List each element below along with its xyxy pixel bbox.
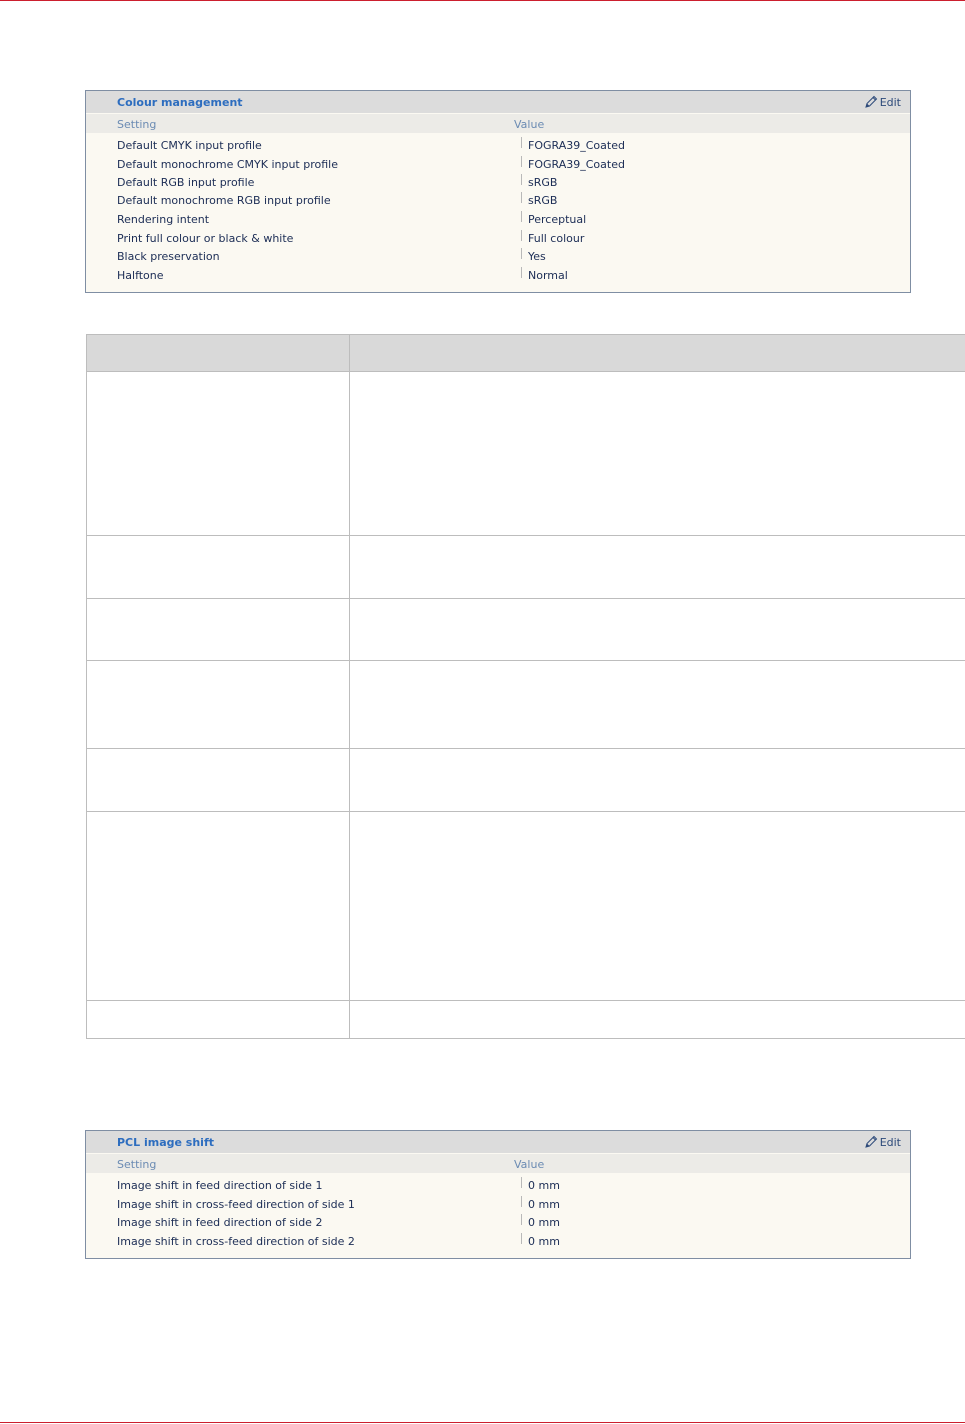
table-row: Image shift in feed direction of side 2 … (86, 1214, 910, 1232)
value-marker (521, 174, 522, 185)
table-cell (86, 598, 350, 661)
setting-name: Print full colour or black & white (117, 232, 294, 245)
value-marker (521, 1233, 522, 1244)
table-row (86, 371, 965, 536)
table-row: Rendering intent Perceptual (86, 211, 910, 229)
table-row: Image shift in feed direction of side 1 … (86, 1177, 910, 1195)
setting-name: Default monochrome RGB input profile (117, 194, 331, 207)
table-cell (349, 1000, 965, 1039)
setting-name: Default monochrome CMYK input profile (117, 158, 338, 171)
value-marker (521, 211, 522, 222)
table-cell (349, 748, 965, 812)
edit-label: Edit (879, 1135, 901, 1149)
table-row: Halftone Normal (86, 267, 910, 285)
description-table (86, 334, 965, 1039)
panel-title: PCL image shift (117, 1136, 214, 1149)
setting-value: sRGB (528, 176, 558, 189)
table-row (86, 598, 965, 661)
table-row: Image shift in cross-feed direction of s… (86, 1233, 910, 1251)
header-cell (349, 334, 965, 372)
table-cell (349, 535, 965, 599)
panel-header: PCL image shift Edit (86, 1131, 910, 1153)
value-marker (521, 267, 522, 278)
value-marker (521, 230, 522, 241)
column-setting: Setting (117, 1158, 157, 1171)
pcl-image-shift-panel: PCL image shift Edit Setting Value Image… (85, 1130, 911, 1259)
edit-button[interactable]: Edit (864, 1135, 901, 1149)
table-cell (349, 660, 965, 749)
table-row: Default RGB input profile sRGB (86, 174, 910, 192)
column-value: Value (514, 118, 545, 131)
setting-value: 0 mm (528, 1179, 560, 1192)
value-marker (521, 248, 522, 259)
edit-button[interactable]: Edit (864, 95, 901, 109)
value-marker (521, 1177, 522, 1188)
table-row: Black preservation Yes (86, 248, 910, 266)
table-row: Default monochrome CMYK input profile FO… (86, 156, 910, 174)
table-row (86, 748, 965, 812)
bottom-accent-rule (0, 1422, 965, 1423)
setting-name: Halftone (117, 269, 164, 282)
pencil-icon (864, 1135, 877, 1148)
table-cell (349, 598, 965, 661)
header-cell (86, 334, 350, 372)
column-value: Value (514, 1158, 545, 1171)
table-cell (86, 811, 350, 1001)
value-marker (521, 137, 522, 148)
column-setting: Setting (117, 118, 157, 131)
setting-name: Black preservation (117, 250, 220, 263)
setting-name: Image shift in cross-feed direction of s… (117, 1235, 355, 1248)
setting-name: Image shift in cross-feed direction of s… (117, 1198, 355, 1211)
colour-management-panel: Colour management Edit Setting Value Def… (85, 90, 911, 293)
table-cell (86, 748, 350, 812)
setting-name: Default RGB input profile (117, 176, 255, 189)
setting-value: Normal (528, 269, 568, 282)
setting-value: 0 mm (528, 1198, 560, 1211)
setting-name: Image shift in feed direction of side 2 (117, 1216, 323, 1229)
table-row: Image shift in cross-feed direction of s… (86, 1196, 910, 1214)
column-header: Setting Value (86, 1154, 910, 1173)
table-row (86, 1000, 965, 1039)
value-marker (521, 192, 522, 203)
table-cell (86, 371, 350, 536)
value-marker (521, 156, 522, 167)
value-marker (521, 1214, 522, 1225)
pencil-icon (864, 95, 877, 108)
panel-title: Colour management (117, 96, 243, 109)
table-row: Default CMYK input profile FOGRA39_Coate… (86, 137, 910, 155)
table-row: Print full colour or black & white Full … (86, 230, 910, 248)
panel-header: Colour management Edit (86, 91, 910, 113)
setting-name: Image shift in feed direction of side 1 (117, 1179, 323, 1192)
setting-value: Yes (528, 250, 546, 263)
setting-value: sRGB (528, 194, 558, 207)
table-cell (86, 535, 350, 599)
value-marker (521, 1196, 522, 1207)
table-row (86, 811, 965, 1001)
setting-name: Default CMYK input profile (117, 139, 262, 152)
setting-value: Perceptual (528, 213, 587, 226)
table-row (86, 660, 965, 749)
setting-value: Full colour (528, 232, 585, 245)
setting-value: 0 mm (528, 1235, 560, 1248)
edit-label: Edit (879, 95, 901, 109)
setting-value: 0 mm (528, 1216, 560, 1229)
table-cell (86, 1000, 350, 1039)
setting-value: FOGRA39_Coated (528, 139, 625, 152)
table-row: Default monochrome RGB input profile sRG… (86, 192, 910, 210)
setting-value: FOGRA39_Coated (528, 158, 625, 171)
table-row (86, 535, 965, 599)
table-header-row (86, 334, 965, 372)
top-accent-rule (0, 0, 965, 1)
column-header: Setting Value (86, 114, 910, 133)
table-cell (349, 371, 965, 536)
table-cell (86, 660, 350, 749)
table-cell (349, 811, 965, 1001)
setting-name: Rendering intent (117, 213, 210, 226)
